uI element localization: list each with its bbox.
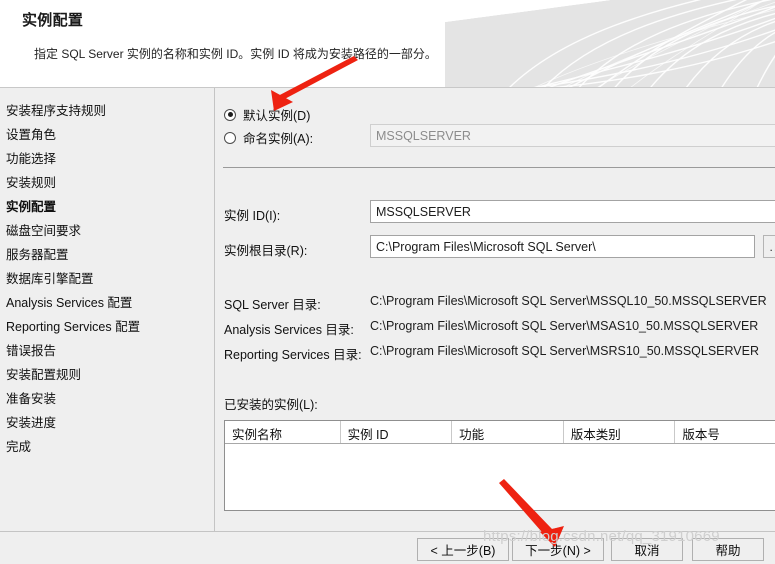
sidebar-nav: 安装程序支持规则 设置角色功能选择安装规则实例配置磁盘空间要求 服务器配置数据库引擎… xyxy=(0,88,214,531)
installed-instances-label: 已安装的实例(L): xyxy=(224,398,318,412)
named-instance-radio-row[interactable]: 命名实例(A): xyxy=(224,128,313,147)
named-instance-input[interactable]: MSSQLSERVER xyxy=(370,124,775,147)
table-column-header-3[interactable]: 功能 xyxy=(452,421,564,443)
instance-root-input[interactable]: C:\Program Files\Microsoft SQL Server\ xyxy=(370,235,755,258)
main-content: 默认实例(D) 命名实例(A): MSSQLSERVER 实例 ID(I): M… xyxy=(215,88,775,531)
sidebar-item-8[interactable]: 数据库引擎配置 xyxy=(6,272,94,286)
table-column-header-2[interactable]: 实例 ID xyxy=(341,421,453,443)
directory-value-2: C:\Program Files\Microsoft SQL Server\MS… xyxy=(370,319,759,333)
sidebar-item-4[interactable]: 安装规则 xyxy=(6,176,56,190)
page-subtitle: 指定 SQL Server 实例的名称和实例 ID。实例 ID 将成为安装路径的… xyxy=(34,47,437,61)
help-button[interactable]: 帮助 xyxy=(692,538,764,561)
table-header-row: 实例名称 实例 ID 功能 版本类别 版本号 xyxy=(225,421,775,444)
sidebar-item-7[interactable]: 服务器配置 xyxy=(6,248,69,262)
named-instance-radio[interactable] xyxy=(224,131,236,144)
page-title: 实例配置 xyxy=(22,12,84,29)
table-body[interactable] xyxy=(225,444,775,510)
sidebar-item-2[interactable]: 设置角色 xyxy=(6,128,56,142)
table-column-header-1[interactable]: 实例名称 xyxy=(225,421,341,443)
directory-label-2: Analysis Services 目录: xyxy=(224,323,354,337)
instance-id-label: 实例 ID(I): xyxy=(224,209,281,223)
sidebar-item-10[interactable]: Reporting Services 配置 xyxy=(6,320,140,334)
default-instance-label: 默认实例(D) xyxy=(243,109,311,123)
sidebar-item-11[interactable]: 错误报告 xyxy=(6,344,56,358)
default-instance-radio[interactable] xyxy=(224,108,236,121)
sidebar-item-5[interactable]: 实例配置 xyxy=(6,200,56,214)
installed-instances-table[interactable]: 实例名称 实例 ID 功能 版本类别 版本号 xyxy=(224,420,775,511)
table-column-header-5[interactable]: 版本号 xyxy=(675,421,775,443)
table-column-header-4[interactable]: 版本类别 xyxy=(564,421,676,443)
instance-id-input[interactable]: MSSQLSERVER xyxy=(370,200,775,223)
instance-root-label: 实例根目录(R): xyxy=(224,244,308,258)
named-instance-label: 命名实例(A): xyxy=(243,132,314,146)
directory-value-1: C:\Program Files\Microsoft SQL Server\MS… xyxy=(370,294,767,308)
sidebar-item-13[interactable]: 准备安装 xyxy=(6,392,56,406)
directory-label-1: SQL Server 目录: xyxy=(224,298,321,312)
sidebar-item-6[interactable]: 磁盘空间要求 xyxy=(6,224,81,238)
directory-value-3: C:\Program Files\Microsoft SQL Server\MS… xyxy=(370,344,760,358)
footer-separator xyxy=(0,531,775,532)
wizard-footer: < 上一步(B) 下一步(N) > 取消 帮助 xyxy=(0,531,775,564)
back-button[interactable]: < 上一步(B) xyxy=(417,538,509,561)
sidebar-item-1[interactable]: 安装程序支持规则 xyxy=(6,104,106,118)
cancel-button[interactable]: 取消 xyxy=(611,538,683,561)
default-instance-radio-row[interactable]: 默认实例(D) xyxy=(224,105,310,124)
sidebar-item-15[interactable]: 完成 xyxy=(6,440,31,454)
page-header: 实例配置 指定 SQL Server 实例的名称和实例 ID。实例 ID 将成为… xyxy=(0,0,775,88)
sidebar-item-14[interactable]: 安装进度 xyxy=(6,416,56,430)
instance-root-browse-button[interactable]: ... xyxy=(763,235,775,258)
next-button[interactable]: 下一步(N) > xyxy=(512,538,604,561)
directory-label-3: Reporting Services 目录: xyxy=(224,348,362,362)
sidebar-item-9[interactable]: Analysis Services 配置 xyxy=(6,296,132,310)
section-separator-1 xyxy=(223,167,775,168)
sidebar-item-3[interactable]: 功能选择 xyxy=(6,152,56,166)
sidebar-item-12[interactable]: 安装配置规则 xyxy=(6,368,81,382)
sql-server-setup-window: 实例配置 指定 SQL Server 实例的名称和实例 ID。实例 ID 将成为… xyxy=(0,0,775,564)
header-decoration-art xyxy=(445,0,775,88)
